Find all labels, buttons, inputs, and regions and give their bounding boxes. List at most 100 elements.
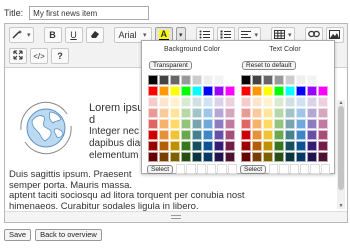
color-swatch[interactable] (263, 75, 273, 85)
color-swatch[interactable] (252, 108, 262, 118)
magic-wand-button[interactable]: ▾ (9, 27, 34, 43)
color-swatch[interactable] (307, 108, 317, 118)
custom-color-slot[interactable] (300, 164, 310, 174)
fullscreen-button[interactable] (9, 48, 27, 64)
color-swatch[interactable] (192, 75, 202, 85)
color-swatch[interactable] (263, 86, 273, 96)
reset-to-default-button[interactable]: Reset to default (242, 61, 296, 70)
color-swatch[interactable] (170, 108, 180, 118)
color-swatch[interactable] (296, 130, 306, 140)
color-swatch[interactable] (159, 108, 169, 118)
color-swatch[interactable] (159, 130, 169, 140)
color-swatch[interactable] (203, 86, 213, 96)
color-swatch[interactable] (263, 130, 273, 140)
color-swatch[interactable] (263, 108, 273, 118)
color-swatch[interactable] (192, 152, 202, 162)
title-input[interactable] (29, 6, 150, 20)
color-swatch[interactable] (318, 97, 328, 107)
color-swatch[interactable] (307, 97, 317, 107)
color-swatch[interactable] (170, 86, 180, 96)
color-swatch[interactable] (203, 130, 213, 140)
color-swatch[interactable] (203, 152, 213, 162)
color-swatch[interactable] (148, 130, 158, 140)
custom-color-slot[interactable] (320, 164, 330, 174)
custom-color-slot[interactable] (227, 164, 237, 174)
color-swatch[interactable] (263, 141, 273, 151)
color-swatch[interactable] (263, 97, 273, 107)
color-swatch[interactable] (170, 97, 180, 107)
color-swatch[interactable] (192, 141, 202, 151)
color-swatch[interactable] (203, 119, 213, 129)
color-swatch[interactable] (252, 97, 262, 107)
color-swatch[interactable] (318, 108, 328, 118)
color-swatch[interactable] (285, 119, 295, 129)
color-swatch[interactable] (181, 141, 191, 151)
color-swatch[interactable] (192, 108, 202, 118)
color-swatch[interactable] (252, 130, 262, 140)
custom-color-slot[interactable] (279, 164, 289, 174)
color-swatch[interactable] (214, 97, 224, 107)
color-swatch[interactable] (181, 119, 191, 129)
color-swatch[interactable] (148, 119, 158, 129)
color-swatch[interactable] (148, 75, 158, 85)
color-swatch[interactable] (252, 75, 262, 85)
color-swatch[interactable] (285, 141, 295, 151)
color-swatch[interactable] (214, 75, 224, 85)
color-swatch[interactable] (159, 119, 169, 129)
transparent-button[interactable]: Transparent (149, 61, 192, 70)
color-swatch[interactable] (148, 141, 158, 151)
color-swatch[interactable] (252, 86, 262, 96)
color-swatch[interactable] (181, 86, 191, 96)
color-swatch[interactable] (225, 108, 235, 118)
color-swatch[interactable] (274, 108, 284, 118)
color-swatch[interactable] (225, 75, 235, 85)
color-swatch[interactable] (274, 86, 284, 96)
color-swatch[interactable] (241, 141, 251, 151)
color-swatch[interactable] (203, 108, 213, 118)
color-swatch[interactable] (148, 86, 158, 96)
color-swatch[interactable] (307, 119, 317, 129)
color-swatch[interactable] (274, 119, 284, 129)
color-swatch[interactable] (203, 141, 213, 151)
color-swatch[interactable] (307, 141, 317, 151)
color-swatch[interactable] (318, 130, 328, 140)
color-swatch[interactable] (307, 152, 317, 162)
color-swatch[interactable] (241, 86, 251, 96)
color-swatch[interactable] (192, 119, 202, 129)
color-swatch[interactable] (307, 75, 317, 85)
color-swatch[interactable] (170, 152, 180, 162)
scrollbar-thumb[interactable] (338, 106, 344, 190)
color-swatch[interactable] (307, 86, 317, 96)
color-swatch[interactable] (170, 130, 180, 140)
color-swatch[interactable] (170, 75, 180, 85)
color-swatch[interactable] (159, 86, 169, 96)
color-swatch[interactable] (318, 119, 328, 129)
color-swatch[interactable] (285, 75, 295, 85)
color-swatch[interactable] (214, 141, 224, 151)
text-select-button[interactable]: Select (240, 164, 267, 174)
color-swatch[interactable] (252, 119, 262, 129)
color-swatch[interactable] (296, 141, 306, 151)
color-swatch[interactable] (296, 97, 306, 107)
color-swatch[interactable] (225, 141, 235, 151)
color-swatch[interactable] (241, 152, 251, 162)
color-swatch[interactable] (296, 108, 306, 118)
color-swatch[interactable] (252, 141, 262, 151)
custom-color-slot[interactable] (269, 164, 279, 174)
color-swatch[interactable] (225, 152, 235, 162)
custom-color-slot[interactable] (310, 164, 320, 174)
color-swatch[interactable] (225, 86, 235, 96)
color-swatch[interactable] (170, 119, 180, 129)
color-swatch[interactable] (274, 97, 284, 107)
color-swatch[interactable] (181, 130, 191, 140)
color-swatch[interactable] (181, 108, 191, 118)
color-swatch[interactable] (296, 119, 306, 129)
underline-button[interactable]: U (64, 27, 83, 43)
color-swatch[interactable] (241, 97, 251, 107)
color-swatch[interactable] (159, 152, 169, 162)
color-swatch[interactable] (241, 75, 251, 85)
color-swatch[interactable] (181, 152, 191, 162)
color-swatch[interactable] (181, 75, 191, 85)
color-swatch[interactable] (285, 152, 295, 162)
color-swatch[interactable] (148, 108, 158, 118)
